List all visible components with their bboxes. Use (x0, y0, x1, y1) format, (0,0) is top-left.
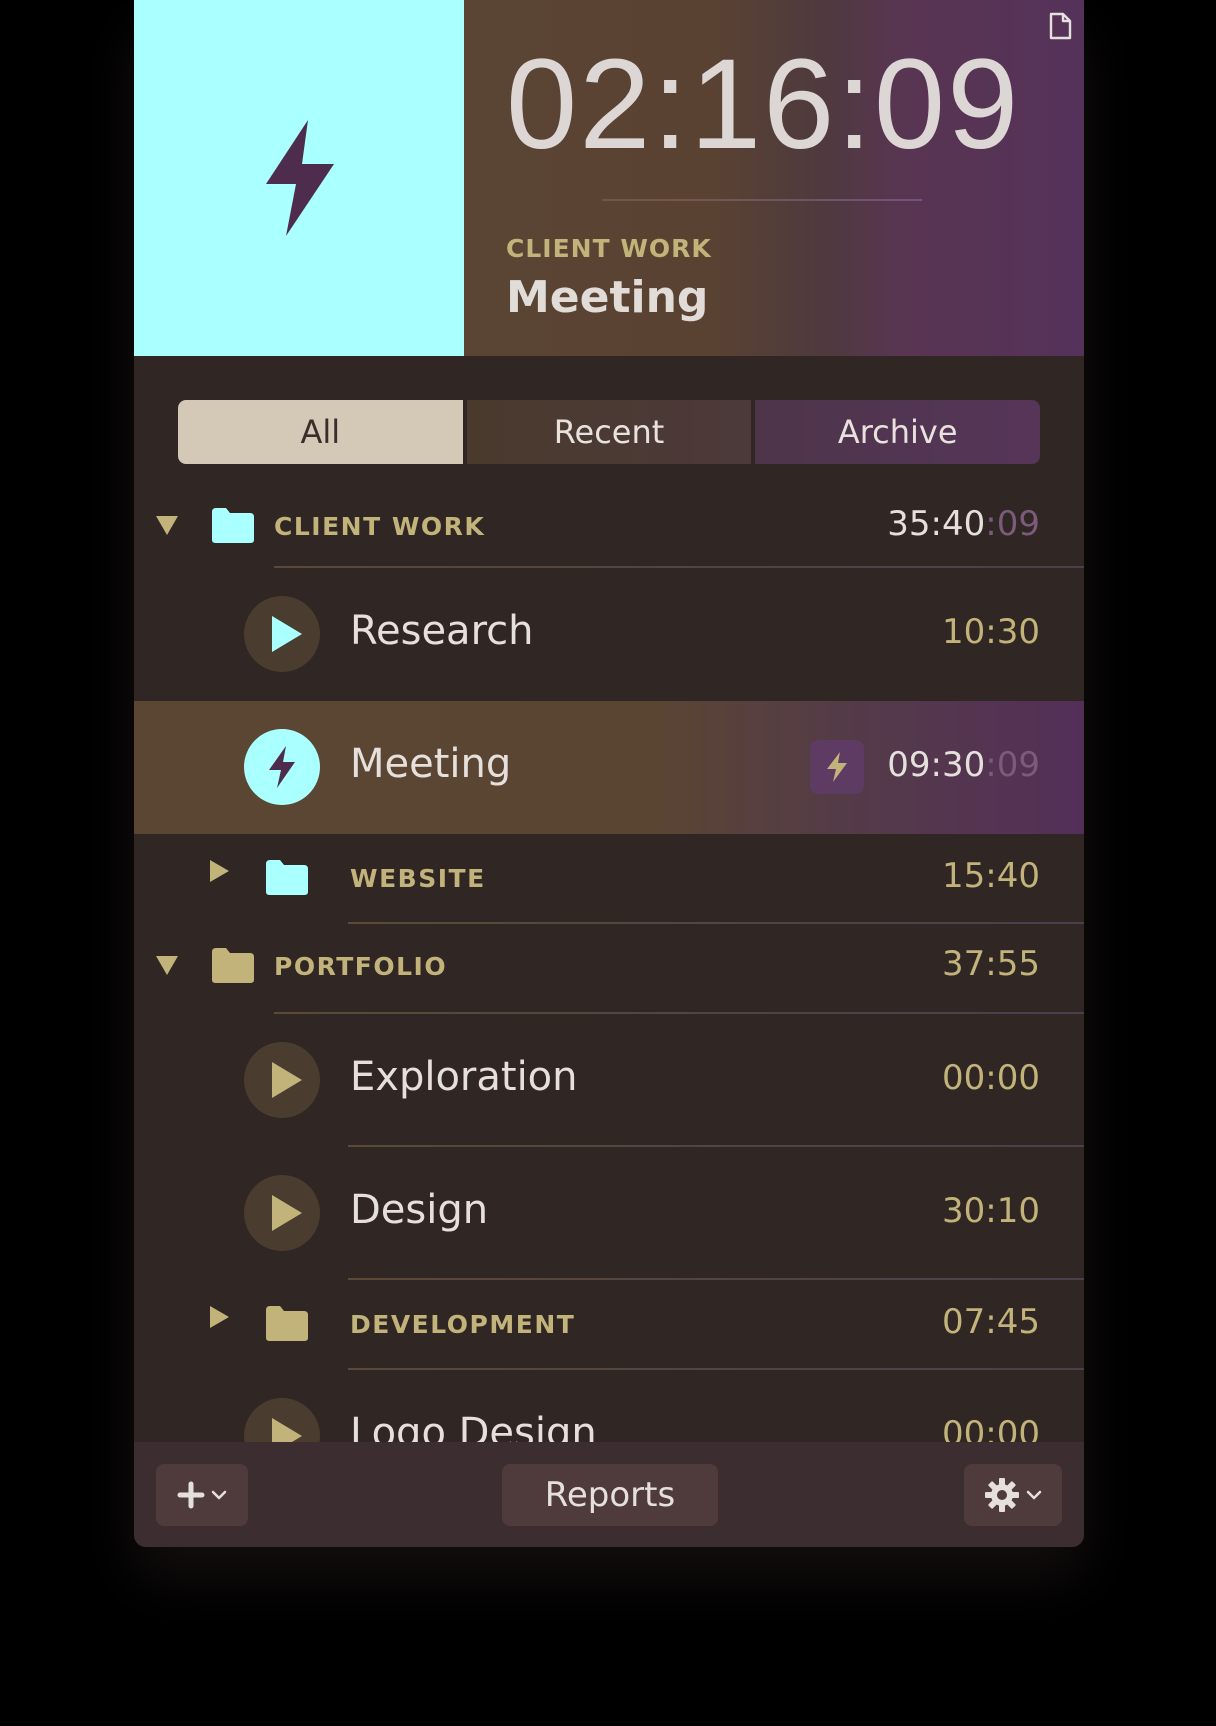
bolt-icon (266, 120, 334, 236)
folder-label: DEVELOPMENT (350, 1310, 576, 1339)
task-row-exploration[interactable]: Exploration 00:00 (134, 1014, 1084, 1147)
task-label: Meeting (350, 741, 512, 787)
reports-button[interactable]: Reports (502, 1464, 718, 1526)
add-button[interactable] (156, 1464, 248, 1526)
play-button[interactable] (244, 1175, 320, 1251)
folder-label: PORTFOLIO (274, 952, 448, 981)
play-icon (272, 1062, 302, 1098)
folder-icon (266, 1306, 308, 1341)
task-time: 30:10 (942, 1191, 1040, 1231)
current-task-info: 02:16:09 CLIENT WORK Meeting (464, 0, 1084, 356)
folder-icon (212, 948, 254, 983)
current-task-icon-panel[interactable] (134, 0, 464, 356)
running-task-button[interactable] (244, 729, 320, 805)
bolt-icon (269, 746, 295, 788)
task-time: 10:30 (942, 612, 1040, 652)
folder-total-time: 35:40:09 (887, 504, 1040, 544)
filter-tabs: All Recent Archive (178, 400, 1040, 464)
folder-icon (212, 508, 254, 543)
chevron-down-icon[interactable] (156, 516, 178, 535)
folder-row-client-work[interactable]: CLIENT WORK 35:40:09 (134, 478, 1084, 568)
play-button[interactable] (244, 1398, 320, 1444)
current-task-name: Meeting (506, 272, 709, 323)
task-time: 09:30:09 (887, 745, 1040, 785)
folder-row-portfolio[interactable]: PORTFOLIO 37:55 (134, 924, 1084, 1014)
play-button[interactable] (244, 596, 320, 672)
chevron-down-icon[interactable] (156, 956, 178, 975)
chevron-down-icon (1026, 1490, 1042, 1500)
task-label: Design (350, 1187, 489, 1233)
folder-icon (266, 860, 308, 895)
play-icon (272, 616, 302, 652)
folder-total-time: 37:55 (942, 944, 1040, 984)
play-icon (272, 1418, 302, 1444)
chevron-right-icon[interactable] (210, 1306, 229, 1328)
running-badge[interactable] (810, 740, 864, 794)
timer-divider (602, 199, 922, 201)
folder-total-time: 15:40 (942, 856, 1040, 896)
task-label: Research (350, 608, 534, 654)
task-row-meeting[interactable]: Meeting 09:30:09 (134, 701, 1084, 834)
app-window: 02:16:09 CLIENT WORK Meeting All Recent … (134, 0, 1084, 1547)
folder-total-time: 07:45 (942, 1302, 1040, 1342)
elapsed-timer: 02:16:09 (506, 33, 1021, 176)
chevron-right-icon[interactable] (210, 860, 229, 882)
current-task-category: CLIENT WORK (506, 234, 712, 263)
tab-recent[interactable]: Recent (466, 400, 752, 464)
task-time: 00:00 (942, 1414, 1040, 1444)
task-list[interactable]: CLIENT WORK 35:40:09 Research 10:30 Meet… (134, 478, 1084, 1444)
tab-all[interactable]: All (178, 400, 463, 464)
tab-archive[interactable]: Archive (755, 400, 1040, 464)
folder-row-development[interactable]: DEVELOPMENT 07:45 (134, 1280, 1084, 1370)
footer-toolbar: Reports (134, 1442, 1084, 1547)
play-button[interactable] (244, 1042, 320, 1118)
document-icon[interactable] (1046, 12, 1074, 40)
chevron-down-icon (211, 1490, 227, 1500)
task-row-logo-design[interactable]: Logo Design 00:00 (134, 1370, 1084, 1444)
folder-label: CLIENT WORK (274, 512, 486, 541)
play-icon (272, 1195, 302, 1231)
task-label: Exploration (350, 1054, 578, 1100)
folder-row-website[interactable]: WEBSITE 15:40 (134, 834, 1084, 924)
bolt-icon (827, 752, 847, 782)
task-label: Logo Design (350, 1410, 597, 1444)
task-row-research[interactable]: Research 10:30 (134, 568, 1084, 701)
header: 02:16:09 CLIENT WORK Meeting (134, 0, 1084, 356)
plus-icon (177, 1481, 205, 1509)
task-time: 00:00 (942, 1058, 1040, 1098)
settings-button[interactable] (964, 1464, 1062, 1526)
gear-icon (985, 1478, 1019, 1512)
task-row-design[interactable]: Design 30:10 (134, 1147, 1084, 1280)
folder-label: WEBSITE (350, 864, 486, 893)
